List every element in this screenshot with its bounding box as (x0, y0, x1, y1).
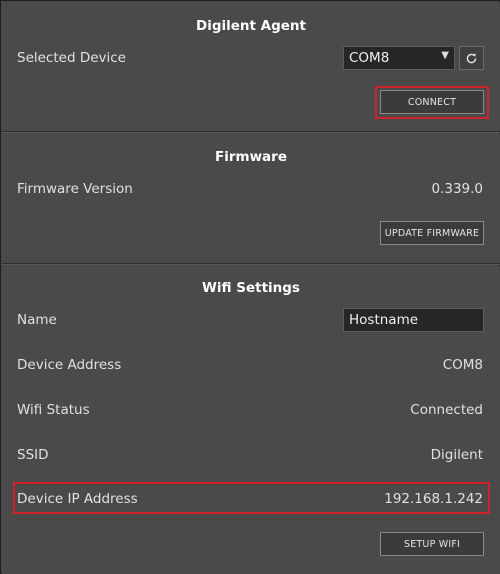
chevron-down-icon: ▼ (441, 50, 449, 61)
firmware-version-value: 0.339.0 (431, 181, 483, 197)
refresh-button[interactable] (459, 46, 484, 70)
name-label: Name (17, 312, 57, 328)
wifi-status-value: Connected (410, 402, 483, 418)
hostname-input[interactable]: Hostname (343, 308, 484, 332)
divider (2, 263, 500, 265)
firmware-version-label: Firmware Version (17, 181, 133, 197)
device-ip-label: Device IP Address (17, 491, 138, 507)
device-address-value: COM8 (442, 357, 483, 373)
selected-device-label: Selected Device (17, 50, 126, 66)
ssid-label: SSID (17, 447, 49, 463)
ssid-value: Digilent (430, 447, 483, 463)
device-select[interactable]: COM8 ▼ (343, 46, 455, 70)
device-select-value: COM8 (349, 50, 390, 66)
firmware-section-title: Firmware (215, 149, 287, 165)
update-firmware-button[interactable]: UPDATE FIRMWARE (380, 221, 484, 245)
agent-panel: Digilent Agent Selected Device COM8 ▼ CO… (0, 0, 500, 574)
agent-section-title: Digilent Agent (195, 18, 306, 34)
wifi-section-title: Wifi Settings (202, 280, 300, 296)
divider (2, 131, 500, 133)
refresh-icon (466, 53, 477, 63)
wifi-status-label: Wifi Status (17, 402, 90, 418)
device-address-label: Device Address (17, 357, 122, 373)
device-ip-value: 192.168.1.242 (384, 491, 483, 507)
setup-wifi-button[interactable]: SETUP WIFI (380, 532, 484, 556)
connect-button[interactable]: CONNECT (380, 90, 484, 114)
